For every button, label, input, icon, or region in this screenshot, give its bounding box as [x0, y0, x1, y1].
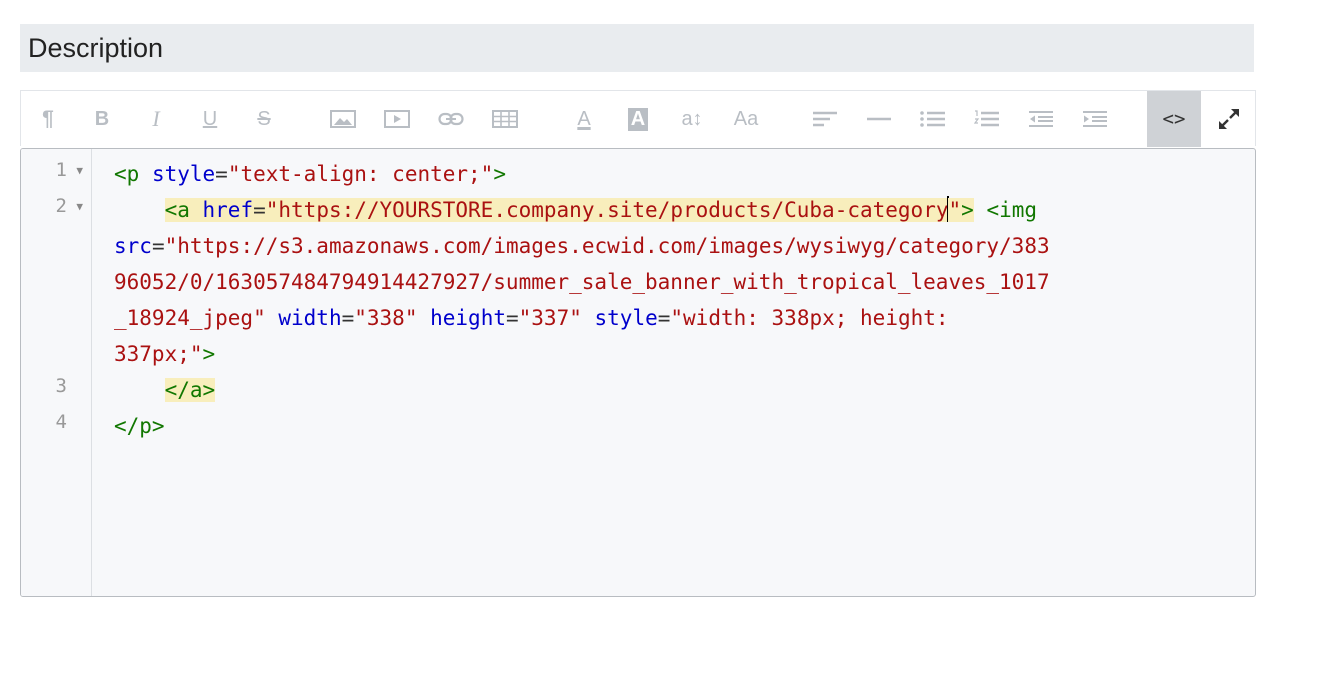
strikethrough-icon: S	[257, 107, 271, 130]
code-line: </p>	[114, 414, 165, 438]
indent-button[interactable]	[1072, 91, 1118, 147]
code-view-button[interactable]: <>	[1147, 91, 1201, 147]
bullet-list-icon	[920, 111, 945, 127]
code-view-icon: <>	[1162, 108, 1186, 130]
paragraph-button[interactable]: ¶	[25, 91, 71, 147]
italic-icon: I	[152, 106, 160, 131]
code-line: <a href="https://YOURSTORE.company.site/…	[164, 196, 1038, 222]
fold-marker-icon[interactable]: ▼	[76, 164, 83, 177]
background-color-button[interactable]: A	[615, 91, 661, 147]
outdent-icon	[1029, 111, 1053, 127]
insert-video-button[interactable]	[374, 91, 420, 147]
numbered-list-icon	[974, 110, 999, 127]
paragraph-icon: ¶	[42, 107, 54, 130]
font-family-button[interactable]: Aa	[723, 91, 769, 147]
code-content[interactable]: <p style="text-align: center;"> <a href=…	[114, 149, 1239, 581]
align-button[interactable]	[802, 91, 848, 147]
font-family-icon: Aa	[733, 107, 759, 130]
horizontal-rule-icon	[867, 117, 891, 121]
align-left-icon	[813, 111, 837, 127]
fullscreen-button[interactable]	[1206, 91, 1252, 147]
editor-toolbar: ¶ B I U S A A a↕ Aa <>	[20, 90, 1256, 147]
bold-button[interactable]: B	[79, 91, 125, 147]
italic-button[interactable]: I	[133, 91, 179, 147]
horizontal-rule-button[interactable]	[856, 91, 902, 147]
fullscreen-icon	[1219, 109, 1239, 129]
fold-marker-icon[interactable]: ▼	[76, 200, 83, 213]
code-line-wrap: 96052/0/163057484794914427927/summer_sal…	[114, 270, 1050, 294]
code-line: </a>	[164, 378, 216, 402]
code-line-wrap: src="https://s3.amazonaws.com/images.ecw…	[114, 234, 1050, 258]
section-title: Description	[28, 33, 164, 63]
link-icon	[438, 112, 464, 126]
outdent-button[interactable]	[1018, 91, 1064, 147]
code-editor[interactable]: 1 ▼ 2 ▼ 3 4 <p style="text-align: center;"…	[20, 148, 1256, 597]
strikethrough-button[interactable]: S	[241, 91, 287, 147]
numbered-list-button[interactable]	[964, 91, 1010, 147]
code-line-wrap: _18924_jpeg" width="338" height="337" st…	[114, 306, 949, 330]
font-size-button[interactable]: a↕	[669, 91, 715, 147]
insert-link-button[interactable]	[428, 91, 474, 147]
code-line: <p style="text-align: center;">	[114, 162, 506, 186]
code-line-wrap: 337px;">	[114, 342, 216, 366]
bold-icon: B	[94, 107, 110, 130]
font-color-icon: A	[577, 107, 591, 130]
font-color-button[interactable]: A	[561, 91, 607, 147]
font-size-icon: a↕	[681, 107, 703, 130]
background-color-icon: A	[627, 107, 649, 131]
bullet-list-button[interactable]	[910, 91, 956, 147]
description-header: Description	[20, 24, 1254, 72]
underline-button[interactable]: U	[187, 91, 233, 147]
rich-text-editor: ¶ B I U S A A a↕ Aa <> 1 ▼ 2 ▼ 3 4 <p st…	[20, 90, 1256, 597]
insert-image-button[interactable]	[320, 91, 366, 147]
indent-icon	[1083, 111, 1107, 127]
table-icon	[492, 110, 518, 128]
insert-table-button[interactable]	[482, 91, 528, 147]
line-number-gutter: 1 ▼ 2 ▼ 3 4	[21, 149, 92, 596]
video-icon	[384, 110, 410, 128]
image-icon	[330, 110, 356, 128]
underline-icon: U	[202, 107, 218, 130]
